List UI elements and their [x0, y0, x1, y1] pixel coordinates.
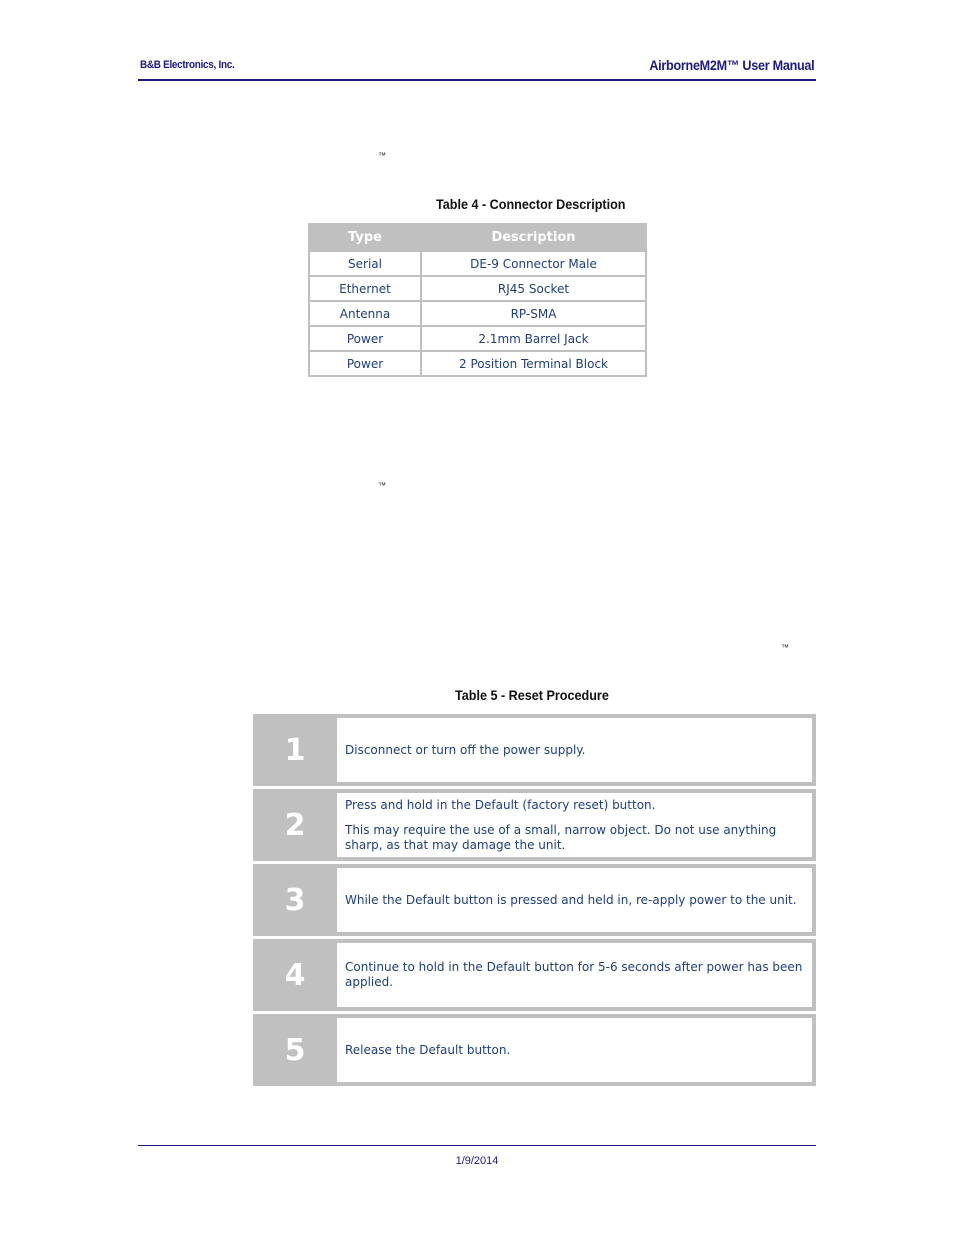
reset-procedure-table: 1 Disconnect or turn off the power suppl… [253, 714, 816, 1089]
table-row: Power 2.1mm Barrel Jack [308, 325, 647, 352]
step-number: 3 [253, 864, 337, 936]
cell-type: Ethernet [308, 275, 422, 302]
column-header-type: Type [308, 223, 422, 252]
header-divider [138, 79, 816, 81]
table-header-row: Type Description [308, 223, 647, 252]
table4-caption: Table 4 - Connector Description [436, 196, 626, 212]
step-content: Press and hold in the Default (factory r… [337, 789, 816, 861]
table-row: Power 2 Position Terminal Block [308, 350, 647, 377]
step-number: 5 [253, 1014, 337, 1086]
step-content: Continue to hold in the Default button f… [337, 939, 816, 1011]
footer-divider [138, 1145, 816, 1146]
procedure-step: 5 Release the Default button. [253, 1014, 816, 1086]
header-manual-title: AirborneM2M™ User Manual [648, 57, 814, 73]
table-row: Serial DE-9 Connector Male [308, 250, 647, 277]
footer-date: 1/9/2014 [455, 1155, 499, 1167]
step-text: While the Default button is pressed and … [345, 892, 797, 907]
cell-description: 2 Position Terminal Block [420, 350, 647, 377]
cell-description: DE-9 Connector Male [420, 250, 647, 277]
step-text: Continue to hold in the Default button f… [345, 960, 803, 989]
procedure-step: 3 While the Default button is pressed an… [253, 864, 816, 936]
cell-type: Power [308, 325, 422, 352]
step-number: 2 [253, 789, 337, 861]
step-content: Release the Default button. [337, 1014, 816, 1086]
step-content: Disconnect or turn off the power supply. [337, 714, 816, 786]
connector-table: Type Description Serial DE-9 Connector M… [308, 223, 647, 377]
step-number: 1 [253, 714, 337, 786]
cell-description: RP-SMA [420, 300, 647, 327]
trademark-mark: ™ [378, 151, 386, 160]
step-text: Release the Default button. [345, 1042, 511, 1057]
procedure-step: 1 Disconnect or turn off the power suppl… [253, 714, 816, 786]
table5-caption: Table 5 - Reset Procedure [455, 687, 609, 703]
trademark-mark: ™ [781, 643, 789, 652]
step-text: Press and hold in the Default (factory r… [345, 797, 656, 812]
procedure-step: 4 Continue to hold in the Default button… [253, 939, 816, 1011]
cell-type: Serial [308, 250, 422, 277]
step-number: 4 [253, 939, 337, 1011]
cell-description: RJ45 Socket [420, 275, 647, 302]
procedure-step: 2 Press and hold in the Default (factory… [253, 789, 816, 861]
table-row: Ethernet RJ45 Socket [308, 275, 647, 302]
trademark-mark: ™ [378, 481, 386, 490]
cell-type: Antenna [308, 300, 422, 327]
step-content: While the Default button is pressed and … [337, 864, 816, 936]
step-note: This may require the use of a small, nar… [345, 822, 777, 852]
step-text: Disconnect or turn off the power supply. [345, 742, 586, 757]
column-header-description: Description [420, 223, 647, 252]
cell-description: 2.1mm Barrel Jack [420, 325, 647, 352]
header-company: B&B Electronics, Inc. [140, 59, 235, 71]
cell-type: Power [308, 350, 422, 377]
table-row: Antenna RP-SMA [308, 300, 647, 327]
